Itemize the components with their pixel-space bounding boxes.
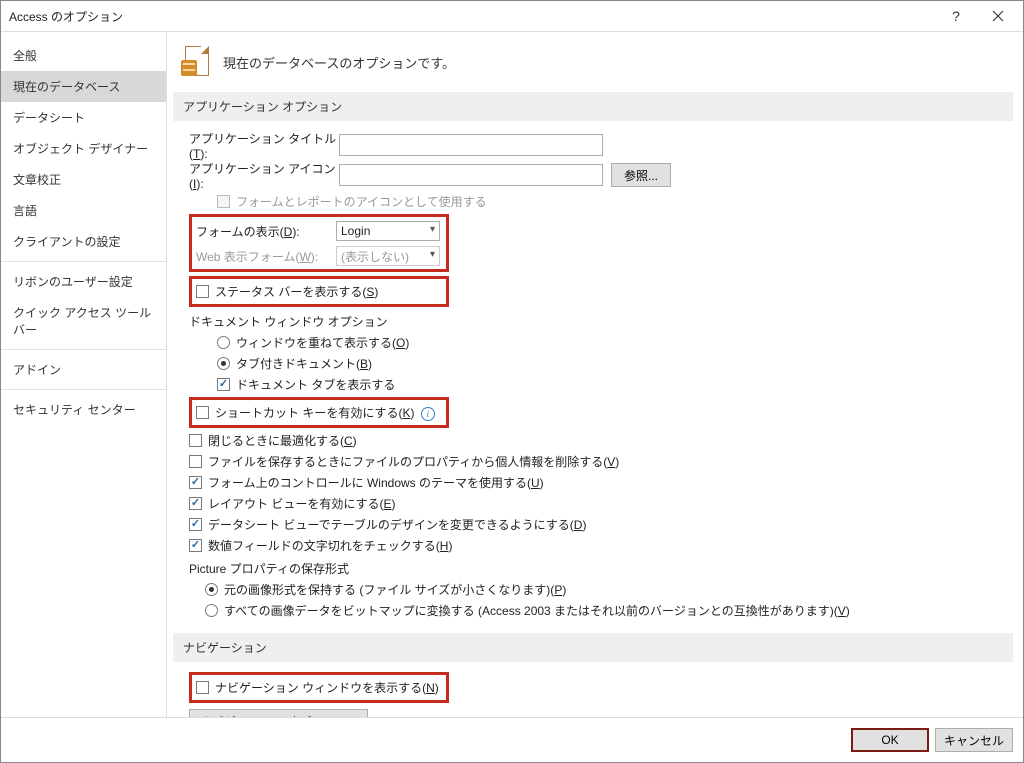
page-subtitle: 現在のデータベースのオプションです。 xyxy=(223,53,455,72)
app-title-input[interactable] xyxy=(339,134,603,156)
sidebar-item-proofing[interactable]: 文章校正 xyxy=(1,164,166,195)
radio-tabbed[interactable]: タブ付きドキュメント(B) xyxy=(217,355,1013,372)
enable-layout-check[interactable]: ✓ レイアウト ビューを有効にする(E) xyxy=(189,495,1013,512)
status-bar-check[interactable]: ステータス バーを表示する(S) xyxy=(196,283,442,300)
show-doc-tabs-check[interactable]: ✓ ドキュメント タブを表示する xyxy=(217,376,1013,393)
dialog-footer: OK キャンセル xyxy=(1,717,1023,762)
cancel-button[interactable]: キャンセル xyxy=(935,728,1013,752)
app-icon-input[interactable] xyxy=(339,164,603,186)
options-dialog: Access のオプション ? 全般 現在のデータベース データシート オブジェ… xyxy=(0,0,1024,763)
label-web-display: Web 表示フォーム(W): xyxy=(196,248,336,265)
checkbox-icon xyxy=(189,434,202,447)
form-display-combo[interactable]: Login xyxy=(336,221,440,241)
label-app-icon: アプリケーション アイコン(I): xyxy=(189,160,339,191)
radio-picture-bmp[interactable]: すべての画像データをビットマップに変換する (Access 2003 またはそれ… xyxy=(205,602,1013,619)
check-trunc-check[interactable]: ✓ 数値フィールドの文字切れをチェックする(H) xyxy=(189,537,1013,554)
page-icon xyxy=(181,46,213,78)
checkbox-icon: ✓ xyxy=(189,539,202,552)
help-button[interactable]: ? xyxy=(935,1,977,31)
sidebar-separator xyxy=(1,261,166,262)
close-icon xyxy=(992,10,1004,22)
radio-icon xyxy=(217,336,230,349)
sidebar-item-language[interactable]: 言語 xyxy=(1,195,166,226)
checkbox-icon xyxy=(196,406,209,419)
checkbox-icon xyxy=(196,681,209,694)
sidebar-separator xyxy=(1,349,166,350)
label-app-title: アプリケーション タイトル(T): xyxy=(189,130,339,161)
radio-picture-src[interactable]: 元の画像形式を保持する (ファイル サイズが小さくなります)(P) xyxy=(205,581,1013,598)
sidebar-item-ribbon[interactable]: リボンのユーザー設定 xyxy=(1,266,166,297)
content-pane: 現在のデータベースのオプションです。 アプリケーション オプション アプリケーシ… xyxy=(167,32,1023,717)
use-themed-check[interactable]: ✓ フォーム上のコントロールに Windows のテーマを使用する(U) xyxy=(189,474,1013,491)
ok-button[interactable]: OK xyxy=(851,728,929,752)
checkbox-icon: ✓ xyxy=(217,378,230,391)
close-button[interactable] xyxy=(977,1,1019,31)
browse-button[interactable]: 参照... xyxy=(611,163,671,187)
sidebar-item-general[interactable]: 全般 xyxy=(1,40,166,71)
checkbox-icon xyxy=(217,195,230,208)
doc-window-title: ドキュメント ウィンドウ オプション xyxy=(189,313,1013,330)
titlebar: Access のオプション ? xyxy=(1,1,1023,32)
picture-format-title: Picture プロパティの保存形式 xyxy=(189,560,1013,577)
nav-options-button[interactable]: ナビゲーション オプション... xyxy=(189,709,368,717)
show-nav-pane-check[interactable]: ナビゲーション ウィンドウを表示する(N) xyxy=(196,679,442,696)
sidebar-item-client-settings[interactable]: クライアントの設定 xyxy=(1,226,166,257)
checkbox-icon: ✓ xyxy=(189,497,202,510)
checkbox-icon xyxy=(189,455,202,468)
compact-on-close-check[interactable]: 閉じるときに最適化する(C) xyxy=(189,432,1013,449)
sidebar-separator xyxy=(1,389,166,390)
shortcut-keys-check[interactable]: ショートカット キーを有効にする(K) i xyxy=(196,404,442,421)
label-form-display: フォームの表示(D): xyxy=(196,223,336,240)
sidebar-item-object-designers[interactable]: オブジェクト デザイナー xyxy=(1,133,166,164)
sidebar-item-trust-center[interactable]: セキュリティ センター xyxy=(1,394,166,425)
checkbox-icon: ✓ xyxy=(189,518,202,531)
radio-icon xyxy=(217,357,230,370)
radio-overlap[interactable]: ウィンドウを重ねて表示する(O) xyxy=(217,334,1013,351)
use-as-form-report-icon: フォームとレポートのアイコンとして使用する xyxy=(217,193,1013,210)
section-header-app: アプリケーション オプション xyxy=(173,92,1013,121)
enable-design-check[interactable]: ✓ データシート ビューでテーブルのデザインを変更できるようにする(D) xyxy=(189,516,1013,533)
sidebar: 全般 現在のデータベース データシート オブジェクト デザイナー 文章校正 言語… xyxy=(1,32,167,717)
checkbox-icon: ✓ xyxy=(189,476,202,489)
remove-personal-check[interactable]: ファイルを保存するときにファイルのプロパティから個人情報を削除する(V) xyxy=(189,453,1013,470)
window-title: Access のオプション xyxy=(9,8,935,25)
sidebar-item-qat[interactable]: クイック アクセス ツール バー xyxy=(1,297,166,345)
checkbox-icon xyxy=(196,285,209,298)
section-header-nav: ナビゲーション xyxy=(173,633,1013,662)
radio-icon xyxy=(205,604,218,617)
info-icon[interactable]: i xyxy=(421,407,435,421)
sidebar-item-datasheet[interactable]: データシート xyxy=(1,102,166,133)
sidebar-item-addins[interactable]: アドイン xyxy=(1,354,166,385)
web-display-combo: (表示しない) xyxy=(336,246,440,266)
sidebar-item-current-db[interactable]: 現在のデータベース xyxy=(1,71,166,102)
radio-icon xyxy=(205,583,218,596)
